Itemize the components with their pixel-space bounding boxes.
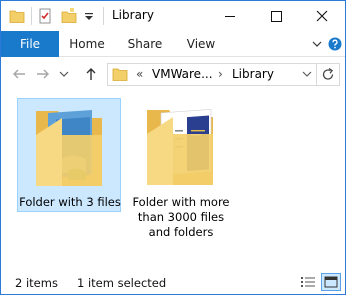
back-arrow-icon[interactable] [11, 66, 27, 82]
large-icons-view-icon[interactable] [321, 273, 341, 291]
folder-label-line: than 3000 files [137, 210, 225, 224]
tab-share[interactable]: Share [119, 31, 171, 57]
refresh-icon[interactable] [321, 67, 335, 82]
breadcrumb-separator[interactable]: › [218, 67, 223, 81]
folder-icon [112, 67, 128, 82]
tab-home[interactable]: Home [59, 31, 115, 57]
breadcrumb-segment-vmware[interactable]: VMWare... [152, 67, 213, 81]
folder-icon[interactable] [9, 8, 25, 24]
address-overflow-chevron[interactable]: « [136, 67, 143, 81]
file-list-view[interactable]: Folder with 3 files Folder with more tha… [1, 90, 345, 268]
close-button[interactable] [299, 1, 345, 31]
title-bar: Library [1, 1, 345, 31]
expand-ribbon-chevron-icon[interactable] [311, 38, 323, 50]
tab-view[interactable]: View [177, 31, 225, 57]
title-separator [103, 7, 104, 25]
folder-label-line: and folders [148, 225, 214, 239]
breadcrumb-segment-library[interactable]: Library [232, 67, 274, 81]
navigation-bar: « VMWare... › Library [1, 58, 345, 90]
address-dropdown-chevron-icon[interactable] [302, 69, 312, 79]
folder-label: Folder with 3 files [19, 195, 121, 209]
forward-arrow-icon[interactable] [35, 66, 51, 82]
address-bar[interactable]: « VMWare... › Library [107, 63, 340, 86]
quick-access-separator [31, 7, 32, 25]
window-title: Library [112, 8, 154, 22]
minimize-button[interactable] [207, 1, 253, 31]
new-folder-icon[interactable] [61, 8, 77, 24]
ribbon-tabs: File Home Share View [1, 31, 345, 57]
customize-arrow-icon[interactable] [83, 8, 95, 24]
help-icon[interactable] [328, 37, 342, 51]
status-bar: 2 items 1 item selected [1, 268, 345, 294]
address-divider [316, 64, 317, 85]
recent-locations-chevron-icon[interactable] [59, 66, 69, 82]
selection-count: 1 item selected [77, 276, 167, 290]
folder-label: Folder with more than 3000 files and fol… [129, 195, 233, 240]
tab-file[interactable]: File [1, 31, 59, 57]
details-view-icon[interactable] [299, 274, 317, 290]
explorer-window: Library File Home Share View « VMWare...… [0, 0, 346, 295]
properties-icon[interactable] [37, 8, 53, 24]
folder-with-images-icon [34, 105, 104, 187]
folder-item-3-files[interactable]: Folder with 3 files [17, 98, 121, 212]
item-count: 2 items [15, 276, 58, 290]
folder-item-3000-files[interactable]: Folder with more than 3000 files and fol… [129, 98, 233, 248]
folder-label-line: Folder with more [132, 195, 230, 209]
folder-with-documents-icon [145, 104, 215, 186]
up-arrow-icon[interactable] [83, 66, 99, 82]
maximize-button[interactable] [253, 1, 299, 31]
